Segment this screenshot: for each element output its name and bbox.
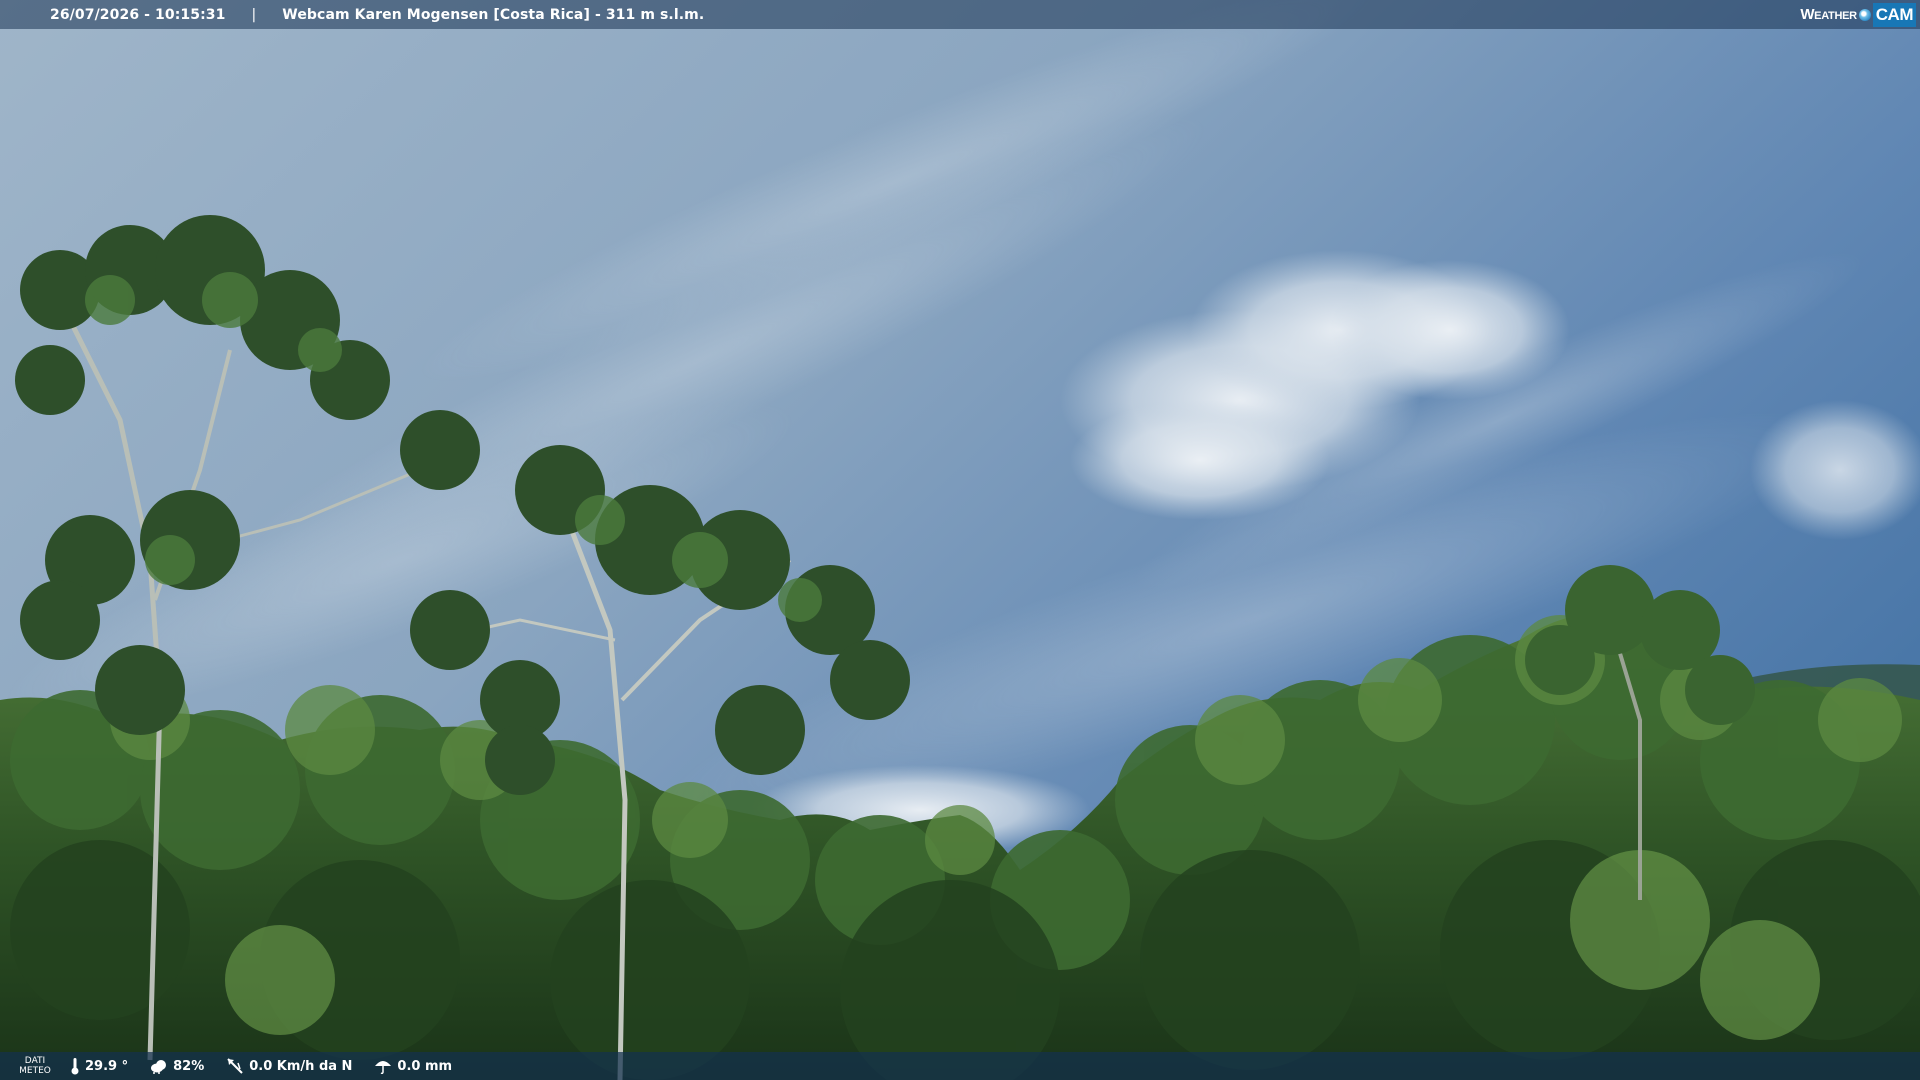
wind-vane-icon [227,1058,243,1074]
overlay-header-bar: 26/07/2026 - 10:15:31 | Webcam Karen Mog… [0,0,1920,29]
wind-reading: 0.0 Km/h da N [226,1057,352,1075]
logo-text-weather: Weather [1800,6,1857,23]
overlay-weather-bar: DATI METEO 29.9 ° 82% 0.0 Km/h da N 0.0 … [0,1052,1920,1080]
webcam-image [0,0,1920,1080]
humidity-value: 82% [173,1058,205,1074]
humidity-reading: 82% [150,1058,204,1074]
header-separator: | [251,6,257,23]
weather-data-label: DATI METEO [19,1056,51,1076]
rain-reading: 0.0 mm [374,1058,452,1074]
capture-datetime: 26/07/2026 - 10:15:31 [50,6,226,23]
logo-text-cam: CAM [1872,2,1916,27]
wind-value: 0.0 Km/h da N [249,1058,353,1074]
temperature-reading: 29.9 ° [70,1057,128,1075]
humidity-cloud-icon [151,1060,167,1074]
rain-value: 0.0 mm [397,1058,453,1074]
weathercam-logo: Weather CAM [1800,0,1920,29]
logo-globe-icon [1858,8,1871,21]
landscape-scene [0,0,1920,1080]
temperature-value: 29.9 ° [85,1058,129,1074]
thermometer-icon [71,1058,79,1075]
umbrella-icon [375,1061,392,1074]
webcam-location: Webcam Karen Mogensen [Costa Rica] - 311… [282,6,705,23]
